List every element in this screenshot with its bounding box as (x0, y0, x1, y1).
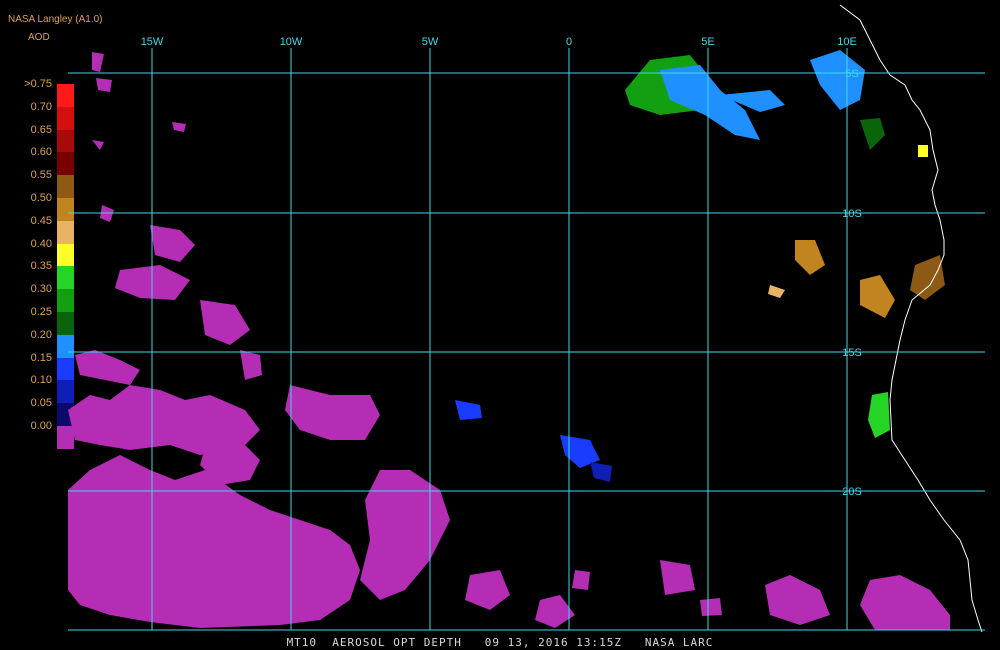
latitude-label: 5S (845, 68, 858, 80)
longitude-label: 15W (141, 36, 164, 48)
low-aod-field (68, 52, 950, 630)
longitude-label: 10E (837, 36, 857, 48)
longitude-label: 5E (701, 36, 714, 48)
longitude-label: 0 (566, 36, 572, 48)
latitude-label: 15S (842, 347, 862, 359)
moderate-aod-field (455, 50, 945, 482)
footer-caption: MT10 AEROSOL OPT DEPTH 09 13, 2016 13:15… (286, 636, 714, 649)
coastline (839, 4, 983, 633)
aod-map: 15W 10W 5W 0 5E 10E 5S 10S 15S 20S (68, 4, 985, 633)
latitude-label: 10S (842, 208, 862, 220)
latitude-label: 20S (842, 486, 862, 498)
longitude-label: 10W (280, 36, 303, 48)
longitude-label: 5W (422, 36, 439, 48)
